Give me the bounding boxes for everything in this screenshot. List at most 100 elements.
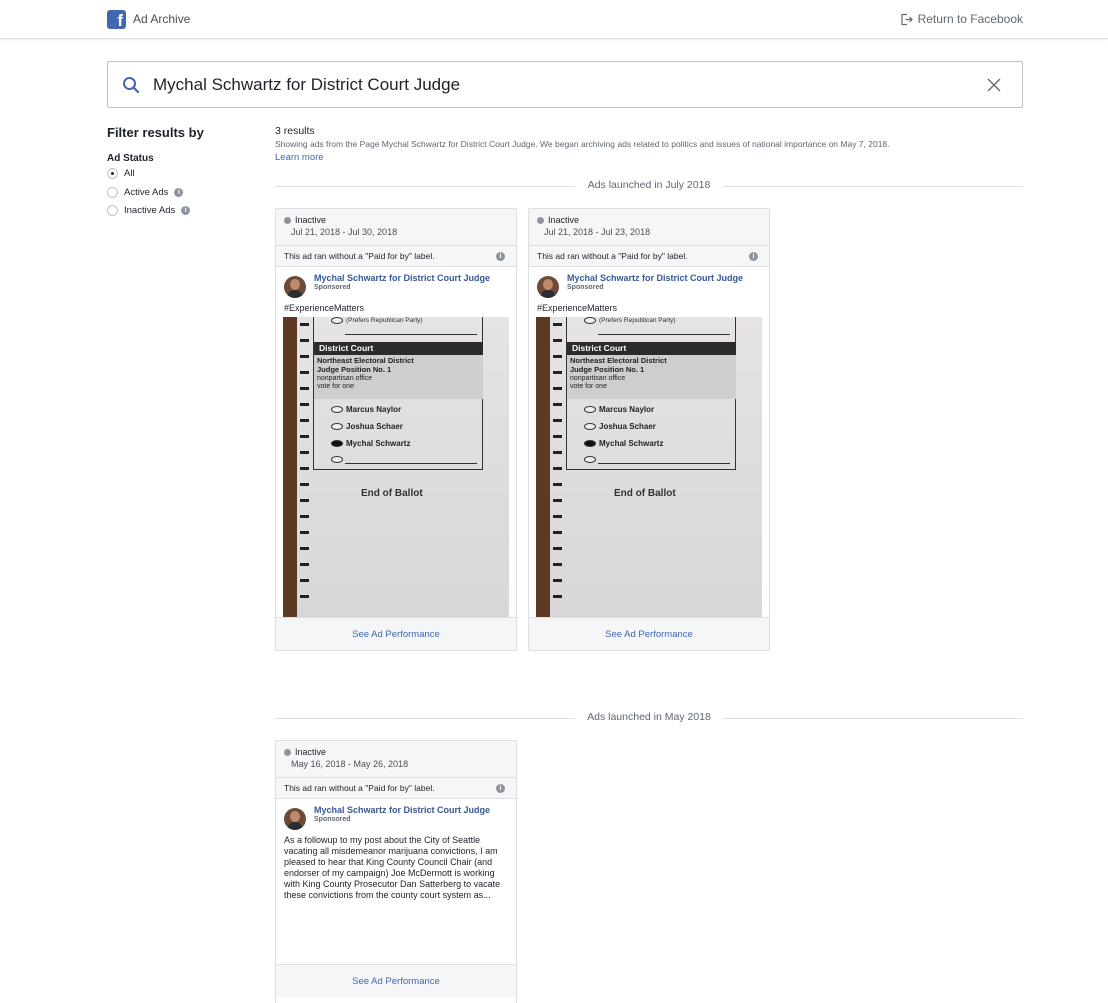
- filter-option-label: All: [124, 168, 135, 179]
- ballot-prefers: (Prefers Republican Party): [584, 317, 676, 324]
- ballot-court: District Court: [314, 342, 483, 355]
- ad-status: Inactive: [548, 215, 580, 225]
- radio-inactive[interactable]: [107, 205, 118, 216]
- info-icon[interactable]: i: [496, 784, 505, 793]
- avatar[interactable]: [537, 276, 559, 298]
- facebook-logo-icon[interactable]: f: [107, 10, 126, 29]
- ad-card: Inactive Jul 21, 2018 - Jul 30, 2018 Thi…: [275, 208, 517, 651]
- results-count: 3 results: [275, 125, 315, 137]
- see-ad-performance-button[interactable]: See Ad Performance: [276, 964, 516, 997]
- radio-all[interactable]: [107, 168, 118, 179]
- ballot-oval: [331, 456, 343, 463]
- info-icon[interactable]: i: [749, 252, 758, 261]
- filter-option-label: Active Ads: [124, 187, 169, 198]
- disclaimer-text: This ad ran without a "Paid for by" labe…: [284, 783, 435, 793]
- page-name-link[interactable]: Mychal Schwartz for District Court Judge: [314, 273, 499, 283]
- ballot-oval: [584, 423, 596, 430]
- exit-icon: [900, 13, 913, 25]
- info-icon[interactable]: i: [181, 206, 191, 215]
- ballot-section: Northeast Electoral District Judge Posit…: [314, 355, 483, 399]
- ad-archive-title[interactable]: Ad Archive: [133, 12, 190, 26]
- ballot-tick: [553, 515, 562, 518]
- ballot-tick: [553, 323, 562, 326]
- return-to-facebook-link[interactable]: Return to Facebook: [900, 12, 1023, 26]
- ballot-candidate: Joshua Schaer: [584, 422, 656, 431]
- card-header: Inactive Jul 21, 2018 - Jul 30, 2018: [276, 209, 516, 246]
- avatar[interactable]: [284, 808, 306, 830]
- ballot-prefers: (Prefers Republican Party): [331, 317, 423, 324]
- ad-status-heading: Ad Status: [107, 153, 154, 164]
- ballot-section: Northeast Electoral District Judge Posit…: [567, 355, 736, 399]
- ballot-candidate-blank: [584, 456, 596, 463]
- ballot-image[interactable]: (Prefers Republican Party) District Cour…: [536, 317, 762, 617]
- disclaimer-text: This ad ran without a "Paid for by" labe…: [537, 251, 688, 261]
- search-input[interactable]: [153, 72, 933, 98]
- info-icon[interactable]: i: [496, 252, 505, 261]
- ballot-line: [345, 463, 477, 464]
- return-label: Return to Facebook: [917, 12, 1023, 26]
- ballot-tick: [553, 483, 562, 486]
- ballot-tick: [553, 595, 562, 598]
- filter-option-active[interactable]: Active Ads i: [107, 187, 184, 198]
- ballot-tick: [300, 387, 309, 390]
- ad-card: Inactive May 16, 2018 - May 26, 2018 Thi…: [275, 740, 517, 1003]
- ballot-office: nonpartisan office: [317, 375, 373, 382]
- ballot-tick: [300, 403, 309, 406]
- ballot-oval: [331, 406, 343, 413]
- ballot-image[interactable]: (Prefers Republican Party) District Cour…: [283, 317, 509, 617]
- learn-more-link[interactable]: Learn more: [275, 152, 324, 163]
- filter-option-all[interactable]: All: [107, 168, 135, 179]
- ballot-tick: [553, 499, 562, 502]
- ballot-tick: [300, 355, 309, 358]
- ad-card: Inactive Jul 21, 2018 - Jul 23, 2018 Thi…: [528, 208, 770, 651]
- ad-body: Mychal Schwartz for District Court Judge…: [276, 267, 516, 617]
- ballot-vote: vote for one: [570, 383, 607, 390]
- ballot-vote: vote for one: [317, 383, 354, 390]
- ballot-candidate-blank: [331, 456, 343, 463]
- filter-option-inactive[interactable]: Inactive Ads i: [107, 205, 191, 216]
- ad-dates: Jul 21, 2018 - Jul 30, 2018: [291, 227, 398, 237]
- ballot-background: [283, 317, 297, 617]
- ballot-district: Northeast Electoral District: [317, 356, 414, 365]
- paid-for-disclaimer: This ad ran without a "Paid for by" labe…: [529, 246, 769, 267]
- page-name-link[interactable]: Mychal Schwartz for District Court Judge: [567, 273, 752, 283]
- see-ad-performance-button[interactable]: See Ad Performance: [276, 617, 516, 650]
- ballot-end: End of Ballot: [361, 488, 423, 499]
- ballot-tick: [300, 419, 309, 422]
- avatar[interactable]: [284, 276, 306, 298]
- ballot-oval: [584, 456, 596, 463]
- ad-body: Mychal Schwartz for District Court Judge…: [529, 267, 769, 617]
- close-icon[interactable]: [986, 77, 1002, 93]
- radio-active[interactable]: [107, 187, 118, 198]
- ballot-oval: [584, 406, 596, 413]
- search-icon: [123, 77, 140, 94]
- ballot-candidate: Marcus Naylor: [584, 405, 654, 414]
- ballot-tick: [553, 371, 562, 374]
- ad-text: #ExperienceMatters: [537, 303, 618, 313]
- ballot-tick: [553, 467, 562, 470]
- see-ad-performance-button[interactable]: See Ad Performance: [529, 617, 769, 650]
- ad-dates: Jul 21, 2018 - Jul 23, 2018: [544, 227, 651, 237]
- section-divider: Ads launched in May 2018: [275, 711, 1023, 725]
- ballot-position: Judge Position No. 1: [570, 365, 645, 374]
- status-dot-icon: [537, 216, 544, 224]
- ballot-end: End of Ballot: [614, 488, 676, 499]
- ballot-candidate: Mychal Schwartz: [331, 439, 410, 448]
- ballot-line: [345, 334, 477, 335]
- status-dot-icon: [284, 748, 291, 756]
- ballot-tick: [300, 595, 309, 598]
- page-name-link[interactable]: Mychal Schwartz for District Court Judge: [314, 805, 499, 815]
- ballot-line: [598, 334, 730, 335]
- top-bar: f Ad Archive Return to Facebook: [0, 0, 1108, 39]
- ballot-tick: [300, 579, 309, 582]
- search-bar: [107, 61, 1023, 108]
- ballot-tick: [553, 531, 562, 534]
- ad-body: Mychal Schwartz for District Court Judge…: [276, 799, 516, 964]
- ballot-tick: [553, 563, 562, 566]
- ballot-tick: [553, 451, 562, 454]
- ballot-tick: [300, 515, 309, 518]
- ballot-background: [536, 317, 550, 617]
- info-icon[interactable]: i: [174, 188, 184, 197]
- divider-line: [723, 186, 1023, 187]
- ballot-tick: [300, 435, 309, 438]
